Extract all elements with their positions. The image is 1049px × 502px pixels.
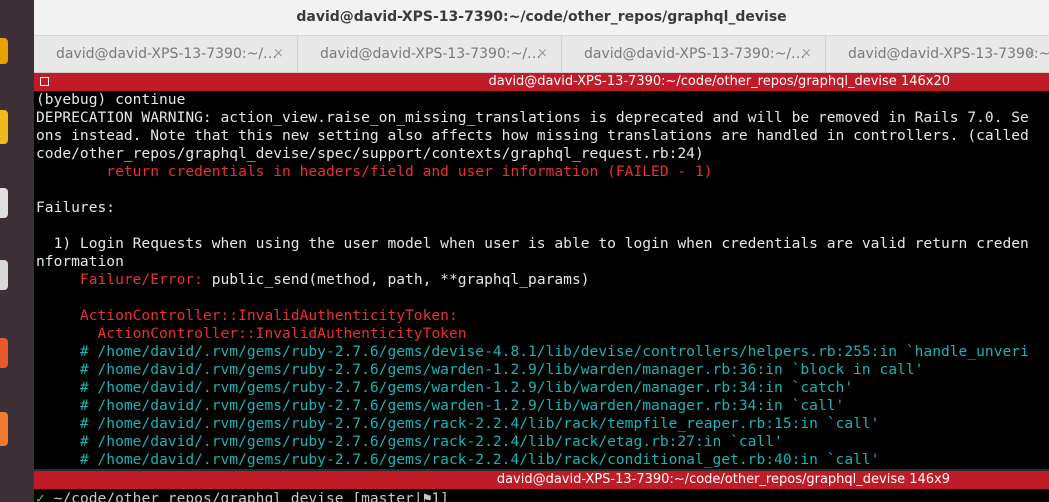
terminal-line: # /home/david/.rvm/gems/ruby-2.7.6/gems/… <box>36 343 1029 361</box>
terminal-line-text: # /home/david/.rvm/gems/ruby-2.7.6/gems/… <box>36 379 854 396</box>
terminal-line: return credentials in headers/field and … <box>36 163 713 181</box>
terminal-line-text: Failure/Error: <box>36 271 212 288</box>
terminal-line-text: DEPRECATION WARNING: action_view.raise_o… <box>36 109 1029 126</box>
tab-2[interactable]: david@david-XPS-13-7390:~/… × <box>298 36 562 72</box>
terminal-line-text: 1) Login Requests when using the user mo… <box>36 235 1029 252</box>
terminal-line: Failure/Error: public_send(method, path,… <box>36 271 590 289</box>
close-icon[interactable]: × <box>801 46 812 61</box>
terminal-line: # /home/david/.rvm/gems/ruby-2.7.6/gems/… <box>36 433 783 451</box>
terminal-line: ons instead. Note that this new setting … <box>36 127 1029 145</box>
terminal-line-text: # /home/david/.rvm/gems/ruby-2.7.6/gems/… <box>36 433 783 450</box>
pane-title: david@david-XPS-13-7390:~/code/other_rep… <box>488 74 950 89</box>
terminal-line-text: # /home/david/.rvm/gems/ruby-2.7.6/gems/… <box>36 361 924 378</box>
terminal-line-text: ActionController::InvalidAuthenticityTok… <box>36 307 458 324</box>
terminal-line: # /home/david/.rvm/gems/ruby-2.7.6/gems/… <box>36 397 844 415</box>
app-icon[interactable] <box>0 38 8 64</box>
close-icon[interactable]: × <box>273 46 284 61</box>
prompt-line: ✓ ~/code/other_repos/graphql_devise [mas… <box>36 490 449 502</box>
pane-title: david@david-XPS-13-7390:~/code/other_rep… <box>496 472 950 487</box>
terminal-line: # /home/david/.rvm/gems/ruby-2.7.6/gems/… <box>36 451 880 469</box>
close-icon[interactable]: × <box>1025 46 1036 61</box>
terminal-line-text: (byebug) continue <box>36 91 186 108</box>
terminal-line: ActionController::InvalidAuthenticityTok… <box>36 307 458 325</box>
app-icon[interactable] <box>0 260 8 290</box>
terminal-line-text: code/other_repos/graphql_devise/spec/sup… <box>36 145 704 162</box>
tab-label: david@david-XPS-13-7390:~/… <box>56 46 278 62</box>
app-icon[interactable] <box>0 412 8 446</box>
window-title: david@david-XPS-13-7390:~/code/other_rep… <box>296 9 787 25</box>
app-icon[interactable] <box>0 338 8 368</box>
tab-label: david@david-XPS-13-7390:~/… <box>320 46 542 62</box>
terminal-line: 1) Login Requests when using the user mo… <box>36 235 1029 253</box>
app-icon[interactable] <box>0 188 8 218</box>
terminal-line: ActionController::InvalidAuthenticityTok… <box>36 325 467 343</box>
terminal-line: # /home/david/.rvm/gems/ruby-2.7.6/gems/… <box>36 361 923 379</box>
terminal-line-text: # /home/david/.rvm/gems/ruby-2.7.6/gems/… <box>36 451 880 468</box>
terminal-line-text: # /home/david/.rvm/gems/ruby-2.7.6/gems/… <box>36 397 845 414</box>
check-icon: ✓ <box>36 490 45 502</box>
terminal-line-text: Failures: <box>36 199 116 216</box>
terminal-line: nformation <box>36 253 124 271</box>
terminal-line: (byebug) continue <box>36 91 185 109</box>
terminal-output[interactable]: (byebug) continue DEPRECATION WARNING: ac… <box>34 91 1049 469</box>
terminal-line: DEPRECATION WARNING: action_view.raise_o… <box>36 109 1029 127</box>
pane-header-top[interactable]: david@david-XPS-13-7390:~/code/other_rep… <box>34 73 1049 91</box>
tab-1[interactable]: david@david-XPS-13-7390:~/… × <box>34 36 298 72</box>
prompt-text: ~/code/other_repos/graphql_devise [maste… <box>44 490 449 502</box>
tab-bar: david@david-XPS-13-7390:~/… × david@davi… <box>34 36 1049 73</box>
terminal-line: code/other_repos/graphql_devise/spec/sup… <box>36 145 704 163</box>
terminal-window: david@david-XPS-13-7390:~/code/other_rep… <box>34 0 1049 502</box>
tab-4[interactable]: david@david-XPS-13-7390:~/… × <box>826 36 1049 72</box>
terminal-line-text: public_send(method, path, **graphql_para… <box>211 271 590 288</box>
terminal-line-text: # /home/david/.rvm/gems/ruby-2.7.6/gems/… <box>36 415 880 432</box>
tab-label: david@david-XPS-13-7390:~/… <box>848 46 1049 62</box>
terminal-line-text: return credentials in headers/field and … <box>36 163 713 180</box>
terminal-line: # /home/david/.rvm/gems/ruby-2.7.6/gems/… <box>36 379 853 397</box>
dock <box>0 0 34 502</box>
terminal-line: Failures: <box>36 199 115 217</box>
window-titlebar[interactable]: david@david-XPS-13-7390:~/code/other_rep… <box>34 0 1049 36</box>
app-icon[interactable] <box>0 110 8 144</box>
pane-header-bottom[interactable]: david@david-XPS-13-7390:~/code/other_rep… <box>34 471 1049 489</box>
terminal-line-text: ons instead. Note that this new setting … <box>36 127 1029 144</box>
terminal-line-text: # /home/david/.rvm/gems/ruby-2.7.6/gems/… <box>36 343 1029 360</box>
terminal-line-text: nformation <box>36 253 124 270</box>
terminal-line: # /home/david/.rvm/gems/ruby-2.7.6/gems/… <box>36 415 880 433</box>
tab-3[interactable]: david@david-XPS-13-7390:~/… × <box>562 36 826 72</box>
pane-menu-icon[interactable] <box>40 77 49 86</box>
terminal-prompt-pane[interactable]: ✓ ~/code/other_repos/graphql_devise [mas… <box>34 489 1049 502</box>
close-icon[interactable]: × <box>537 46 548 61</box>
tab-label: david@david-XPS-13-7390:~/… <box>584 46 806 62</box>
terminal-line-text: ActionController::InvalidAuthenticityTok… <box>36 325 467 342</box>
